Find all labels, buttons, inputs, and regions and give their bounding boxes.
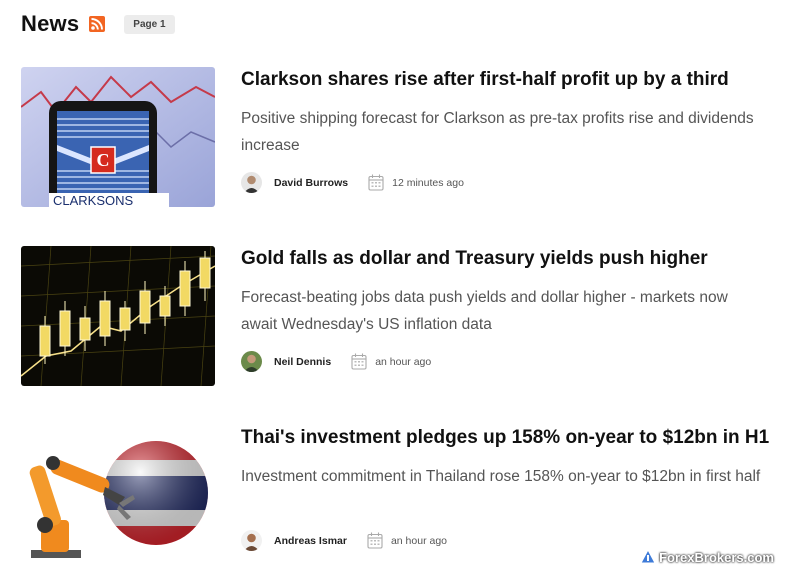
avatar[interactable] bbox=[241, 530, 262, 551]
svg-text:C: C bbox=[97, 150, 110, 170]
article-headline[interactable]: Gold falls as dollar and Treasury yields… bbox=[241, 246, 708, 272]
thumbnail-brand-text: CLARKSONS bbox=[53, 193, 134, 207]
forexbrokers-logo-icon bbox=[640, 549, 656, 564]
article-thumbnail[interactable] bbox=[21, 246, 215, 386]
article-headline[interactable]: Clarkson shares rise after first-half pr… bbox=[241, 67, 729, 93]
rss-icon[interactable] bbox=[89, 16, 106, 32]
article-author[interactable]: Neil Dennis bbox=[274, 356, 331, 368]
article-summary: Positive shipping forecast for Clarkson … bbox=[241, 110, 754, 154]
page-title: News bbox=[21, 11, 80, 36]
calendar-icon bbox=[368, 174, 384, 191]
article-timestamp: an hour ago bbox=[390, 534, 448, 547]
calendar-icon bbox=[367, 532, 383, 549]
watermark-text: ForexBrokers.com bbox=[659, 549, 774, 565]
article-meta: David Burrows 12 minutes ago bbox=[241, 172, 464, 193]
article-meta: Andreas Ismar an hour ago bbox=[241, 530, 447, 551]
news-item[interactable]: C CLARKSONS Clarkson shares rise after f… bbox=[21, 67, 791, 207]
article-headline[interactable]: Thai's investment pledges up 158% on-yea… bbox=[241, 425, 769, 451]
watermark: ForexBrokers.com bbox=[640, 549, 774, 565]
article-timestamp: 12 minutes ago bbox=[392, 176, 464, 189]
page-badge: Page 1 bbox=[124, 14, 175, 34]
article-summary: Investment commitment in Thailand rose 1… bbox=[241, 468, 761, 485]
article-thumbnail[interactable] bbox=[21, 425, 215, 565]
article-author[interactable]: David Burrows bbox=[274, 177, 348, 189]
avatar[interactable] bbox=[241, 172, 262, 193]
avatar[interactable] bbox=[241, 351, 262, 372]
article-timestamp: an hour ago bbox=[375, 355, 432, 368]
article-summary: Forecast-beating jobs data push yields a… bbox=[241, 289, 728, 333]
article-author[interactable]: Andreas Ismar bbox=[274, 535, 347, 547]
calendar-icon bbox=[351, 353, 367, 370]
article-thumbnail[interactable]: C CLARKSONS bbox=[21, 67, 215, 207]
news-item[interactable]: Gold falls as dollar and Treasury yields… bbox=[21, 246, 791, 386]
article-meta: Neil Dennis an hour ago bbox=[241, 351, 431, 372]
news-header: News Page 1 bbox=[21, 10, 175, 38]
news-item[interactable]: Thai's investment pledges up 158% on-yea… bbox=[21, 425, 791, 565]
